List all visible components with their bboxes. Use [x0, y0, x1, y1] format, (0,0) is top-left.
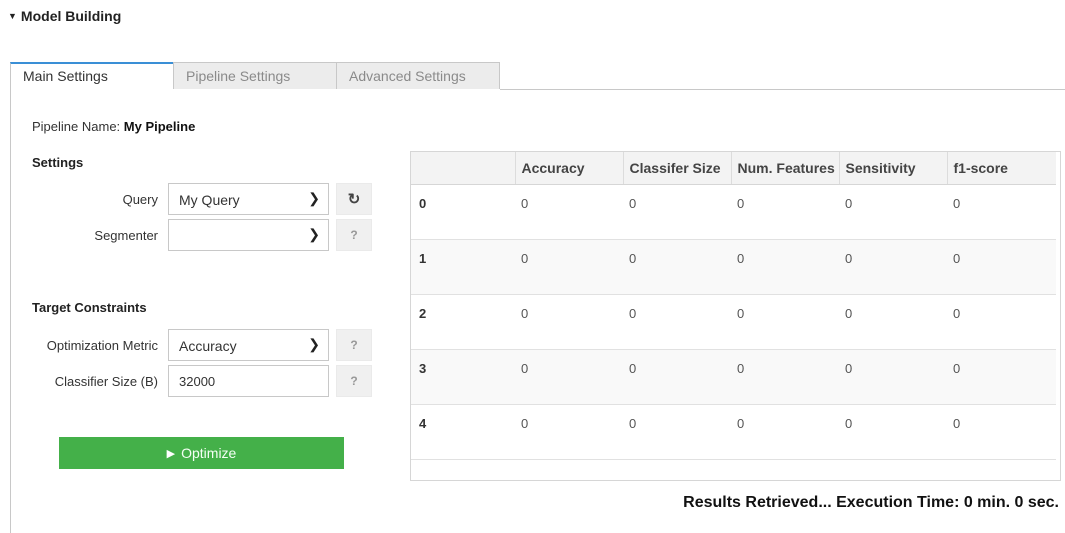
column-header-sensitivity[interactable]: Sensitivity	[839, 152, 948, 185]
chevron-down-icon: ❯	[308, 190, 320, 206]
cell-num-features: 0	[731, 404, 839, 460]
cell-classifier-size: 0	[623, 294, 731, 350]
classifier-size-help-button[interactable]: ?	[336, 365, 372, 397]
row-index: 1	[411, 239, 515, 295]
cell-f1-score: 0	[947, 294, 1056, 350]
results-table: Accuracy Classifer Size Num. Features Se…	[410, 151, 1061, 481]
tab-bar: Main Settings Pipeline Settings Advanced…	[10, 62, 500, 89]
column-header-num-features[interactable]: Num. Features	[731, 152, 840, 185]
tab-main-settings[interactable]: Main Settings	[10, 62, 174, 89]
cell-f1-score: 0	[947, 404, 1056, 460]
cell-f1-score: 0	[947, 239, 1056, 295]
optimize-button[interactable]: ▶ Optimize	[59, 437, 344, 469]
table-row: 1 0 0 0 0 0	[411, 239, 1056, 295]
segmenter-label: Segmenter	[94, 228, 158, 243]
section-toggle[interactable]: ▼ Model Building	[8, 8, 121, 24]
classifier-size-input[interactable]: 32000	[168, 365, 329, 397]
cell-num-features: 0	[731, 349, 839, 405]
table-row: 4 0 0 0 0 0	[411, 404, 1056, 460]
tab-divider	[500, 89, 1065, 90]
cell-num-features: 0	[731, 239, 839, 295]
pipeline-name: Pipeline Name: My Pipeline	[32, 119, 195, 134]
tab-pipeline-settings[interactable]: Pipeline Settings	[173, 62, 337, 89]
target-constraints-heading: Target Constraints	[32, 300, 147, 315]
optimization-metric-select[interactable]: Accuracy ❯	[168, 329, 329, 361]
cell-sensitivity: 0	[839, 404, 947, 460]
column-header-accuracy[interactable]: Accuracy	[515, 152, 624, 185]
cell-accuracy: 0	[515, 239, 623, 295]
optimization-metric-help-button[interactable]: ?	[336, 329, 372, 361]
cell-f1-score: 0	[947, 184, 1056, 240]
cell-sensitivity: 0	[839, 239, 947, 295]
cell-classifier-size: 0	[623, 239, 731, 295]
row-index: 4	[411, 404, 515, 460]
segmenter-help-button[interactable]: ?	[336, 219, 372, 251]
cell-num-features: 0	[731, 184, 839, 240]
cell-classifier-size: 0	[623, 184, 731, 240]
settings-heading: Settings	[32, 155, 84, 170]
query-select[interactable]: My Query ❯	[168, 183, 329, 215]
section-title: Model Building	[20, 8, 122, 24]
segmenter-select[interactable]: ❯	[168, 219, 329, 251]
row-index: 0	[411, 184, 515, 240]
optimization-metric-label: Optimization Metric	[46, 338, 158, 353]
cell-accuracy: 0	[515, 404, 623, 460]
refresh-icon: ↻	[347, 191, 361, 208]
column-header-index[interactable]	[411, 152, 516, 185]
optimize-label: Optimize	[181, 445, 237, 461]
caret-down-icon: ▼	[8, 11, 17, 21]
tab-advanced-settings[interactable]: Advanced Settings	[336, 62, 500, 89]
optimization-metric-value: Accuracy	[179, 338, 237, 354]
table-header-row: Accuracy Classifer Size Num. Features Se…	[411, 152, 1056, 185]
cell-sensitivity: 0	[839, 349, 947, 405]
cell-classifier-size: 0	[623, 404, 731, 460]
row-index: 3	[411, 349, 515, 405]
cell-accuracy: 0	[515, 349, 623, 405]
table-row: 3 0 0 0 0 0	[411, 349, 1056, 405]
cell-f1-score: 0	[947, 349, 1056, 405]
cell-sensitivity: 0	[839, 294, 947, 350]
pipeline-name-value: My Pipeline	[123, 119, 196, 134]
panel-border	[10, 89, 11, 533]
play-icon: ▶	[166, 447, 176, 460]
table-row: 0 0 0 0 0 0	[411, 184, 1056, 240]
chevron-down-icon: ❯	[308, 336, 320, 352]
query-select-value: My Query	[179, 192, 240, 208]
cell-classifier-size: 0	[623, 349, 731, 405]
table-row: 2 0 0 0 0 0	[411, 294, 1056, 350]
query-label: Query	[122, 192, 158, 207]
cell-accuracy: 0	[515, 294, 623, 350]
status-text: Results Retrieved... Execution Time: 0 m…	[683, 494, 1059, 511]
pipeline-name-label: Pipeline Name:	[32, 119, 124, 134]
column-header-classifier-size[interactable]: Classifer Size	[623, 152, 732, 185]
classifier-size-label: Classifier Size (B)	[54, 374, 158, 389]
cell-num-features: 0	[731, 294, 839, 350]
row-index: 2	[411, 294, 515, 350]
column-header-f1-score[interactable]: f1-score	[947, 152, 1056, 185]
cell-accuracy: 0	[515, 184, 623, 240]
refresh-button[interactable]: ↻	[336, 183, 372, 215]
cell-sensitivity: 0	[839, 184, 947, 240]
chevron-down-icon: ❯	[308, 226, 320, 242]
